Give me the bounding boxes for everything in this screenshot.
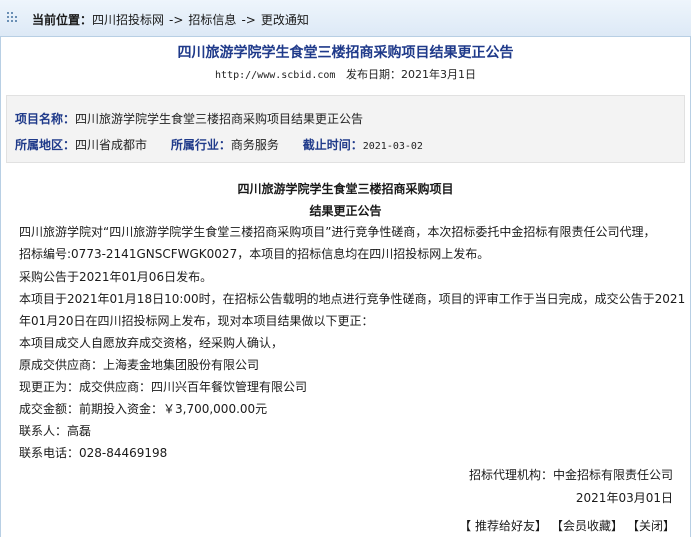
industry-label: 所属行业： [170, 138, 231, 152]
close-link[interactable]: 【关闭】 [633, 519, 675, 533]
breadcrumb-link-bid-info[interactable]: 招标信息 [188, 13, 236, 27]
article-meta: http://www.scbid.com 发布日期：2021年3月1日 [0, 66, 691, 82]
notice-subheading: 结果更正公告 [309, 204, 382, 218]
industry-value: 商务服务 [230, 138, 279, 152]
footer-links: 【 推荐给好友】 【会员收藏】 【关闭】 [449, 517, 675, 534]
breadcrumb-label: 当前位置： [32, 13, 93, 27]
publish-date: 2021年3月1日 [400, 68, 476, 81]
project-meta-row: 所属地区：四川省成都市 所属行业：商务服务 截止时间：2021-03-02 [15, 136, 423, 153]
region-label: 所属地区： [15, 138, 76, 152]
deadline-label: 截止时间： [302, 138, 363, 152]
breadcrumb-bar: 当前位置：四川招投标网 -> 招标信息 -> 更改通知 [0, 0, 691, 37]
notice-line: 成交金额：前期投入资金：￥3,700,000.00元 [19, 402, 268, 416]
project-name-value: 四川旅游学院学生食堂三楼招商采购项目结果更正公告 [75, 112, 364, 126]
grid-dots-icon [7, 12, 21, 24]
breadcrumb-separator: -> [169, 13, 184, 27]
notice-line: 联系电话：028-84469198 [19, 446, 168, 460]
notice-line: 本项目成交人自愿放弃成交资格，经采购人确认， [19, 336, 284, 350]
notice-line: 原成交供应商：上海麦金地集团股份有限公司 [19, 358, 260, 372]
notice-line: 现更正为：成交供应商：四川兴百年餐饮管理有限公司 [19, 380, 308, 394]
notice-line: 本项目于2021年01月18日10:00时，在招标公告载明的地点进行竞争性磋商，… [19, 292, 686, 306]
site-url: http://www.scbid.com [215, 70, 336, 81]
breadcrumb-current: 更改通知 [260, 13, 309, 27]
notice-line: 采购公告于2021年01月06日发布。 [19, 270, 213, 284]
publish-date-label: 发布日期： [345, 68, 401, 81]
project-name-row: 项目名称：四川旅游学院学生食堂三楼招商采购项目结果更正公告 [15, 110, 363, 127]
project-info-box: 项目名称：四川旅游学院学生食堂三楼招商采购项目结果更正公告 所属地区：四川省成都… [6, 95, 685, 163]
notice-line: 四川旅游学院对“四川旅游学院学生食堂三楼招商采购项目”进行竞争性磋商，本次招标委… [19, 225, 656, 239]
notice-heading: 四川旅游学院学生食堂三楼招商采购项目 [237, 182, 454, 196]
recommend-link[interactable]: 【 推荐给好友】 [459, 519, 547, 533]
breadcrumb-link-home[interactable]: 四川招投标网 [92, 13, 164, 27]
notice-line: 招标编号:0773-2141GNSCFWGK0027，本项目的招标信息均在四川招… [19, 247, 490, 261]
project-name-label: 项目名称： [15, 112, 76, 126]
breadcrumb: 当前位置：四川招投标网 -> 招标信息 -> 更改通知 [32, 11, 309, 28]
notice-line: 年01月20日在四川招投标网上发布，现对本项目结果做以下更正： [19, 314, 374, 328]
notice-line: 联系人：高磊 [19, 424, 92, 438]
region-value: 四川省成都市 [75, 138, 148, 152]
notice-date: 2021年03月01日 [575, 491, 673, 505]
breadcrumb-separator: -> [241, 13, 256, 27]
agency-signature: 招标代理机构：中金招标有限责任公司 [468, 468, 673, 482]
deadline-value: 2021-03-02 [362, 141, 423, 152]
page-title: 四川旅游学院学生食堂三楼招商采购项目结果更正公告 [177, 45, 514, 61]
favorite-link[interactable]: 【会员收藏】 [557, 519, 623, 533]
